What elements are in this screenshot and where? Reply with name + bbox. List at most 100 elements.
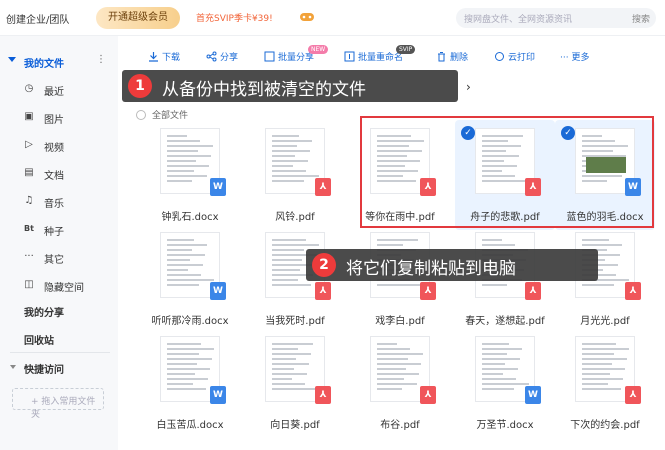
file-name: 风铃.pdf — [275, 212, 315, 223]
file-name: 钟乳石.docx — [161, 212, 219, 223]
sidebar-item-label: 种子 — [44, 227, 64, 238]
select-all-checkbox[interactable] — [136, 110, 146, 120]
gamepad-icon[interactable] — [299, 10, 315, 24]
more-button[interactable]: ··· 更多 — [560, 50, 589, 63]
callout-step-2: 2 将它们复制粘贴到电脑 — [306, 249, 598, 281]
sidebar-item-label: 音乐 — [44, 199, 64, 210]
more-label: 更多 — [571, 53, 590, 63]
step-text: 从备份中找到被清空的文件 — [162, 80, 366, 100]
sidebar-item-images[interactable]: ▣ 图片 — [0, 106, 118, 128]
download-button[interactable]: 下载 — [148, 50, 180, 63]
word-icon: W — [210, 282, 226, 300]
download-label: 下载 — [162, 53, 181, 63]
file-item[interactable]: W 万圣节.docx — [455, 328, 555, 438]
file-item[interactable]: W 钟乳石.docx — [140, 120, 240, 230]
pdf-icon: ⅄ — [525, 282, 541, 300]
top-bar: 创建企业/团队 开通超级会员 首充SVIP季卡¥39! 搜网盘文件、全网资源资讯… — [0, 0, 665, 36]
step-text: 将它们复制粘贴到电脑 — [346, 259, 516, 279]
file-name: 月光光.pdf — [580, 316, 630, 327]
sidebar-item-music[interactable]: ♫ 音乐 — [0, 190, 118, 212]
divider — [10, 352, 110, 353]
sidebar-item-label: 隐藏空间 — [44, 283, 84, 294]
selection-highlight-box — [360, 116, 654, 228]
sidebar-item-videos[interactable]: ▷ 视频 — [0, 134, 118, 156]
file-item[interactable]: ⅄ 风铃.pdf — [245, 120, 345, 230]
file-item[interactable]: W 白玉苦瓜.docx — [140, 328, 240, 438]
file-item[interactable]: ⅄ 向日葵.pdf — [245, 328, 345, 438]
batch-share-icon — [264, 51, 275, 62]
file-name: 听听那冷雨.docx — [151, 316, 229, 327]
sidebar-item-hidden-space[interactable]: ◫ 隐藏空间 — [0, 274, 118, 296]
quick-access-header[interactable]: 快捷访问 — [24, 361, 64, 376]
document-icon: ▤ — [24, 167, 34, 178]
sidebar-item-other[interactable]: ··· 其它 — [0, 246, 118, 268]
more-icon: ··· — [560, 53, 572, 63]
sidebar-item-label: 图片 — [44, 115, 64, 126]
dropzone-hint: + 拖入常用文件夹 — [31, 397, 96, 420]
sidebar-item-label: 我的文件 — [24, 59, 64, 70]
sidebar-item-documents[interactable]: ▤ 文档 — [0, 162, 118, 184]
sidebar-item-label: 文档 — [44, 171, 64, 182]
file-item[interactable]: ⅄ 下次的约会.pdf — [555, 328, 655, 438]
cloud-print-icon — [495, 52, 504, 61]
step-number: 1 — [128, 74, 152, 98]
batch-rename-label: 批量重命名 — [358, 53, 404, 63]
share-icon — [206, 51, 217, 62]
file-name: 下次的约会.pdf — [570, 420, 640, 431]
file-name: 当我死时.pdf — [265, 316, 325, 327]
file-toolbar: 下载 分享 批量分享 NEW 批量重命名 SVIP 删除 云打印 ··· 更多 — [140, 45, 650, 66]
batch-share-label: 批量分享 — [278, 53, 315, 63]
delete-label: 删除 — [450, 53, 469, 63]
quick-access-dropzone[interactable]: + 拖入常用文件夹 — [12, 388, 104, 420]
pdf-icon: ⅄ — [315, 282, 331, 300]
search-input[interactable]: 搜网盘文件、全网资源资讯 — [464, 12, 572, 25]
file-name: 白玉苦瓜.docx — [156, 420, 224, 431]
chevron-down-icon — [8, 57, 16, 62]
pdf-icon: ⅄ — [625, 386, 641, 404]
batch-share-button[interactable]: 批量分享 NEW — [264, 45, 329, 63]
sidebar-item-recent[interactable]: ◷ 最近 — [0, 78, 118, 100]
file-name: 万圣节.docx — [476, 420, 534, 431]
sidebar-item-recycle-bin[interactable]: 回收站 — [24, 332, 54, 347]
delete-button[interactable]: 删除 — [436, 50, 468, 63]
sidebar-item-my-files[interactable]: 我的文件 ⋮ — [0, 50, 118, 72]
step-number: 2 — [312, 253, 336, 277]
cloud-print-button[interactable]: 云打印 — [494, 50, 535, 63]
chevron-right-icon[interactable]: › — [466, 80, 471, 94]
file-item[interactable]: ⅄ 布谷.pdf — [350, 328, 450, 438]
file-name: 春天，遂想起.pdf — [465, 316, 545, 327]
more-vertical-icon[interactable]: ⋮ — [96, 54, 106, 65]
image-icon: ▣ — [24, 111, 34, 122]
file-name: 布谷.pdf — [380, 420, 420, 431]
pdf-icon: ⅄ — [420, 282, 436, 300]
create-org-link[interactable]: 创建企业/团队 — [6, 11, 69, 26]
trash-icon — [438, 52, 445, 62]
sidebar-item-torrents[interactable]: Bt 种子 — [0, 218, 118, 240]
sidebar-item-label: 最近 — [44, 87, 64, 98]
sidebar-item-my-share[interactable]: 我的分享 — [24, 304, 64, 319]
file-name: 向日葵.pdf — [270, 420, 320, 431]
music-icon: ♫ — [24, 195, 34, 206]
sidebar-item-label: 其它 — [44, 255, 64, 266]
promo-link[interactable]: 首充SVIP季卡¥39! — [196, 11, 273, 24]
word-icon: W — [210, 178, 226, 196]
file-name: 戏李白.pdf — [375, 316, 425, 327]
batch-rename-button[interactable]: 批量重命名 SVIP — [344, 45, 416, 63]
file-item[interactable]: W 听听那冷雨.docx — [140, 224, 240, 334]
word-icon: W — [210, 386, 226, 404]
chevron-down-icon[interactable] — [10, 365, 16, 369]
search-button[interactable]: 搜索 — [632, 12, 650, 25]
torrent-icon: Bt — [24, 224, 34, 233]
search-box[interactable]: 搜网盘文件、全网资源资讯 搜索 — [456, 8, 656, 28]
sidebar-item-label: 视频 — [44, 143, 64, 154]
more-icon: ··· — [24, 251, 34, 262]
clock-icon: ◷ — [24, 83, 34, 94]
callout-step-1: 1 从备份中找到被清空的文件 — [122, 70, 458, 102]
word-icon: W — [525, 386, 541, 404]
svip-badge: SVIP — [396, 45, 416, 54]
download-icon — [149, 52, 158, 62]
vip-button[interactable]: 开通超级会员 — [96, 7, 180, 29]
share-button[interactable]: 分享 — [206, 50, 238, 63]
cloud-print-label: 云打印 — [508, 53, 536, 63]
lock-icon: ◫ — [24, 279, 34, 290]
